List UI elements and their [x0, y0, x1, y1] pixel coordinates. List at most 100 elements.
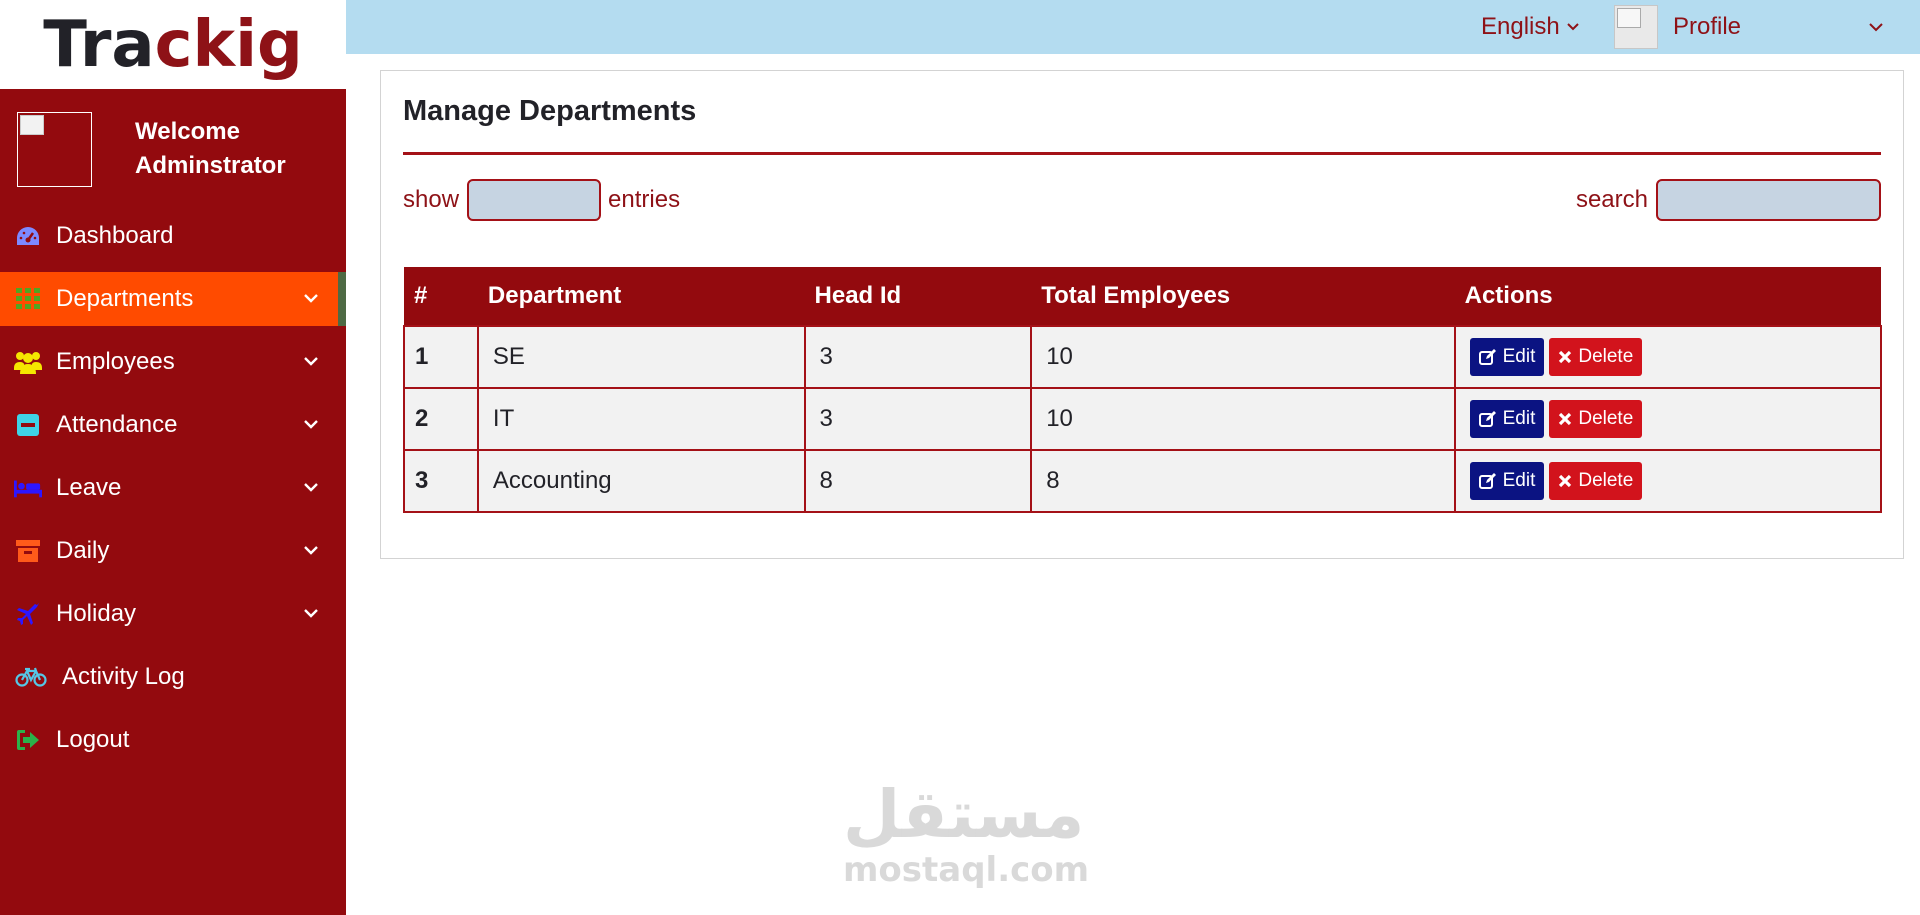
column-header-actions: Actions — [1454, 267, 1881, 326]
sidebar-item-leave[interactable]: Leave — [0, 461, 346, 515]
cell-total-employees: 8 — [1030, 449, 1456, 513]
cell-number: 3 — [403, 449, 479, 513]
delete-button[interactable]: Delete — [1549, 462, 1643, 500]
logo-part-2: ckig — [154, 7, 303, 82]
sidebar-item-employees[interactable]: Employees — [0, 335, 346, 389]
welcome-text: Welcome Adminstrator — [135, 115, 286, 183]
cell-head-id: 3 — [803, 325, 1033, 389]
sidebar-nav: Dashboard Departments Employees Attendan… — [0, 209, 346, 767]
sidebar-item-daily[interactable]: Daily — [0, 524, 346, 578]
bicycle-icon — [14, 663, 48, 691]
cell-total-employees: 10 — [1030, 325, 1456, 389]
app-logo[interactable]: Trackig — [43, 8, 303, 82]
chevron-down-icon — [304, 357, 318, 366]
language-label: English — [1481, 13, 1560, 40]
sidebar-item-label: Leave — [56, 474, 122, 501]
sign-out-icon — [14, 726, 42, 754]
profile-label: Profile — [1673, 13, 1742, 40]
column-header-number[interactable]: # — [404, 267, 478, 326]
cell-head-id: 3 — [803, 387, 1033, 451]
edit-label: Edit — [1502, 470, 1536, 491]
sidebar-item-label: Departments — [56, 285, 194, 312]
profile-avatar[interactable] — [1614, 5, 1658, 49]
departments-table: # Department Head Id Total Employees Act… — [403, 267, 1883, 513]
sidebar-item-activity-log[interactable]: Activity Log — [0, 650, 346, 704]
close-icon — [1559, 474, 1572, 488]
column-header-department[interactable]: Department — [477, 267, 805, 326]
sidebar-item-attendance[interactable]: Attendance — [0, 398, 346, 452]
entries-label: entries — [608, 186, 681, 213]
edit-button[interactable]: Edit — [1469, 400, 1545, 438]
watermark: مستقل mostaql.com — [843, 776, 1090, 891]
watermark-arabic: مستقل — [843, 776, 1085, 853]
entries-input[interactable] — [467, 179, 602, 221]
sidebar-item-label: Activity Log — [62, 663, 185, 690]
page-title: Manage Departments — [403, 95, 697, 127]
watermark-latin: mostaql.com — [843, 850, 1090, 890]
table-row: 2 IT 3 10 Edit Delete — [403, 387, 1883, 451]
search-control: search — [1576, 179, 1881, 221]
language-selector[interactable]: English — [1481, 0, 1580, 54]
sidebar-item-label: Daily — [56, 537, 110, 564]
sidebar-item-label: Dashboard — [56, 222, 174, 249]
cell-actions: Edit Delete — [1453, 387, 1883, 451]
cell-department: Accounting — [476, 449, 806, 513]
search-input[interactable] — [1656, 179, 1881, 221]
table-header-row: # Department Head Id Total Employees Act… — [404, 267, 1881, 326]
delete-label: Delete — [1578, 346, 1634, 367]
grid-icon — [14, 285, 42, 313]
close-icon — [1559, 350, 1572, 364]
chevron-down-icon — [304, 420, 318, 429]
sidebar-item-holiday[interactable]: Holiday — [0, 587, 346, 641]
sidebar-item-label: Holiday — [56, 600, 137, 627]
edit-icon — [1478, 473, 1496, 489]
chevron-down-icon — [304, 483, 318, 492]
username: Adminstrator — [135, 152, 286, 179]
cell-number: 1 — [403, 325, 479, 389]
profile-menu[interactable]: Profile — [1673, 0, 1741, 54]
minus-square-icon — [14, 411, 42, 439]
table-row: 1 SE 3 10 Edit Delete — [403, 325, 1883, 389]
search-label: search — [1575, 186, 1648, 213]
edit-button[interactable]: Edit — [1469, 338, 1545, 376]
sidebar: Trackig Welcome Adminstrator Dashboard D… — [0, 0, 346, 915]
welcome-block: Welcome Adminstrator — [0, 89, 346, 209]
cell-number: 2 — [403, 387, 479, 451]
avatar — [17, 111, 92, 187]
chevron-down-icon — [304, 609, 318, 618]
sidebar-item-label: Logout — [56, 726, 130, 753]
users-icon — [14, 348, 42, 376]
logo-part-1: Tra — [43, 7, 155, 82]
chevron-down-icon — [1567, 23, 1579, 31]
chevron-down-icon — [304, 546, 318, 555]
cell-actions: Edit Delete — [1453, 449, 1883, 513]
sidebar-item-departments[interactable]: Departments — [0, 272, 346, 326]
welcome-line: Welcome — [135, 118, 240, 145]
cell-head-id: 8 — [803, 449, 1033, 513]
sidebar-item-dashboard[interactable]: Dashboard — [0, 209, 346, 263]
delete-label: Delete — [1578, 408, 1634, 429]
entries-control: show entries — [403, 179, 680, 221]
column-header-head-id[interactable]: Head Id — [804, 267, 1032, 326]
plane-icon — [14, 600, 42, 628]
column-header-total-employees[interactable]: Total Employees — [1031, 267, 1455, 326]
close-icon — [1559, 412, 1572, 426]
delete-button[interactable]: Delete — [1549, 400, 1643, 438]
chevron-down-icon[interactable] — [1868, 19, 1884, 35]
bed-icon — [14, 474, 42, 502]
edit-icon — [1478, 411, 1496, 427]
edit-button[interactable]: Edit — [1469, 462, 1545, 500]
delete-button[interactable]: Delete — [1549, 338, 1643, 376]
show-label: show — [403, 186, 460, 213]
chevron-down-icon — [304, 294, 318, 303]
table-row: 3 Accounting 8 8 Edit Delete — [403, 449, 1883, 513]
sidebar-item-label: Attendance — [56, 411, 178, 438]
cell-actions: Edit Delete — [1453, 325, 1883, 389]
sidebar-item-label: Employees — [56, 348, 175, 375]
departments-panel: Manage Departments show entries search #… — [380, 70, 1904, 559]
cell-department: IT — [476, 387, 806, 451]
title-divider — [403, 152, 1881, 155]
sidebar-item-logout[interactable]: Logout — [0, 713, 346, 767]
delete-label: Delete — [1578, 470, 1634, 491]
cell-total-employees: 10 — [1030, 387, 1456, 451]
